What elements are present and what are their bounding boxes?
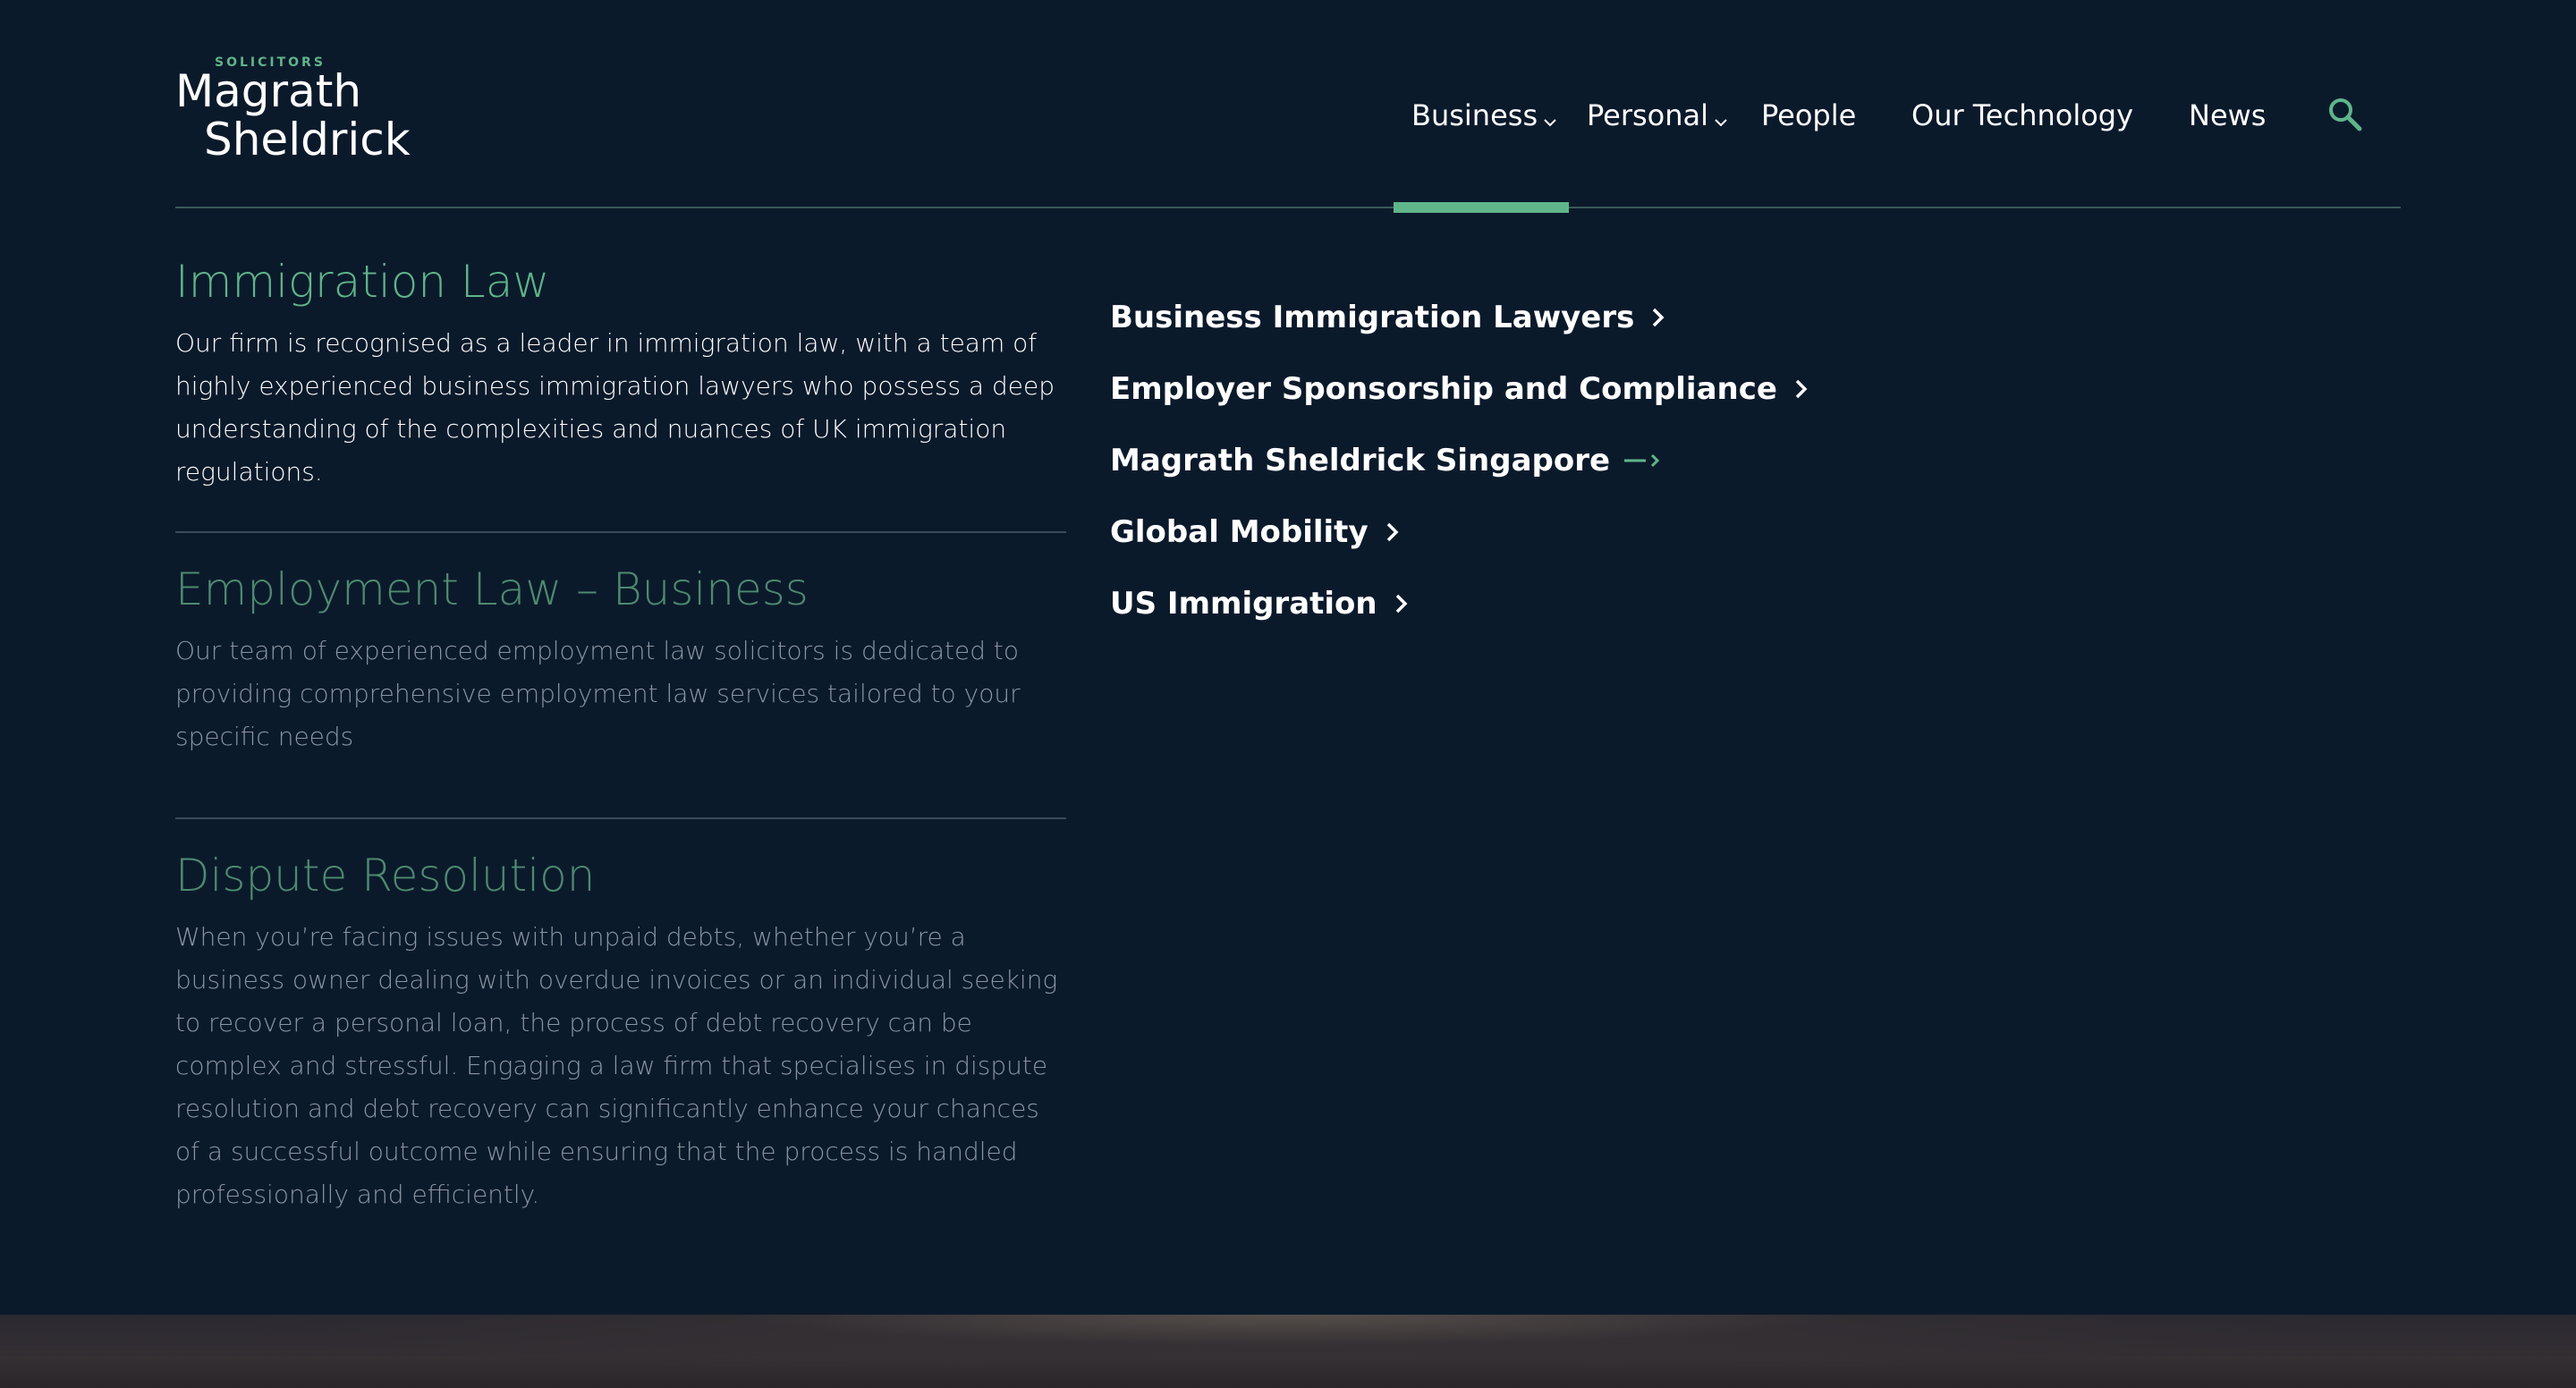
chevron-down-icon bbox=[1714, 101, 1728, 135]
external-arrow-icon bbox=[1624, 453, 1660, 468]
page: SOLICITORS Magrath Sheldrick Business Pe… bbox=[0, 0, 2576, 1388]
service-employment-law-business[interactable]: Employment Law – Business Our team of ex… bbox=[175, 533, 1066, 817]
sublink-label: Global Mobility bbox=[1110, 514, 1368, 550]
nav-item-our-technology[interactable]: Our Technology bbox=[1911, 93, 2133, 138]
service-immigration-law[interactable]: Immigration Law Our firm is recognised a… bbox=[175, 250, 1066, 531]
nav-item-label: Personal bbox=[1587, 98, 1709, 132]
service-title[interactable]: Immigration Law bbox=[175, 250, 1066, 313]
sublink-employer-sponsorship-and-compliance[interactable]: Employer Sponsorship and Compliance bbox=[1110, 367, 1915, 411]
sublink-label: US Immigration bbox=[1110, 586, 1377, 622]
nav-item-business[interactable]: Business bbox=[1411, 93, 1557, 138]
nav-item-news[interactable]: News bbox=[2189, 93, 2266, 138]
services-list: Immigration Law Our firm is recognised a… bbox=[175, 250, 1066, 1216]
chevron-down-icon bbox=[1543, 101, 1557, 135]
chevron-right-icon bbox=[1653, 308, 1665, 327]
site-header: SOLICITORS Magrath Sheldrick Business Pe… bbox=[0, 0, 2576, 215]
service-dispute-resolution[interactable]: Dispute Resolution When you’re facing is… bbox=[175, 819, 1066, 1216]
service-title[interactable]: Employment Law – Business bbox=[175, 558, 1066, 621]
header-divider bbox=[175, 207, 2401, 208]
search-icon bbox=[2329, 98, 2362, 131]
chevron-right-icon bbox=[1386, 522, 1399, 542]
nav-item-label: People bbox=[1761, 98, 1857, 132]
sublink-business-immigration-lawyers[interactable]: Business Immigration Lawyers bbox=[1110, 295, 1915, 340]
sublink-label: Business Immigration Lawyers bbox=[1110, 300, 1635, 335]
immigration-sublinks: Business Immigration Lawyers Employer Sp… bbox=[1110, 295, 1915, 653]
hero-image-strip bbox=[0, 1315, 2576, 1388]
service-description: When you’re facing issues with unpaid de… bbox=[175, 922, 1058, 1209]
service-description: Our team of experienced employment law s… bbox=[175, 636, 1021, 751]
main-nav: Business Personal People Our Technology … bbox=[0, 93, 2576, 138]
sublink-label: Employer Sponsorship and Compliance bbox=[1110, 371, 1777, 407]
nav-item-label: News bbox=[2189, 98, 2267, 132]
service-description: Our firm is recognised as a leader in im… bbox=[175, 328, 1055, 487]
nav-item-people[interactable]: People bbox=[1761, 93, 1856, 138]
sublink-label: Magrath Sheldrick Singapore bbox=[1110, 443, 1611, 478]
sublink-magrath-sheldrick-singapore[interactable]: Magrath Sheldrick Singapore bbox=[1110, 438, 1915, 483]
nav-item-label: Business bbox=[1411, 98, 1538, 132]
search-button[interactable] bbox=[2326, 95, 2365, 134]
chevron-right-icon bbox=[1395, 594, 1408, 614]
nav-item-personal[interactable]: Personal bbox=[1587, 93, 1728, 138]
active-nav-indicator bbox=[1394, 202, 1569, 213]
service-title[interactable]: Dispute Resolution bbox=[175, 844, 1066, 907]
sublink-global-mobility[interactable]: Global Mobility bbox=[1110, 510, 1915, 554]
nav-item-label: Our Technology bbox=[1911, 98, 2134, 132]
sublink-us-immigration[interactable]: US Immigration bbox=[1110, 581, 1915, 626]
chevron-right-icon bbox=[1795, 379, 1808, 399]
